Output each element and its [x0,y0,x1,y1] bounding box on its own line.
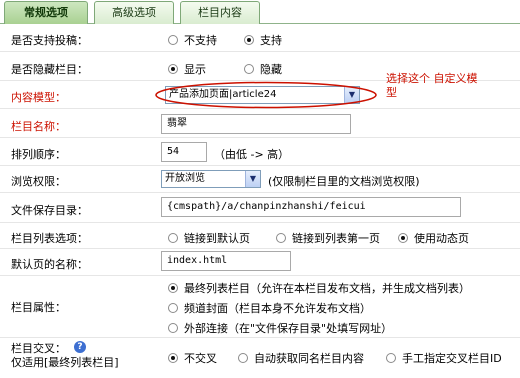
row-attribute: 栏目属性： 最终列表栏目（允许在本栏目发布文档，并生成文档列表） 频道封面（栏目… [0,276,520,338]
list-option-dynamic-option[interactable]: 使用动态页 [398,230,469,246]
order-note: （由低 -> 高） [214,148,290,161]
radio-cross-manual[interactable] [386,353,396,363]
attribute-external-link-text: 外部连接（在"文件保存目录"处填写网址） [184,322,393,335]
row-cross: 栏目交叉： 仅适用[最终列表栏目] ? 不交叉 自动获取同名栏目内容 手工指定交… [0,338,520,378]
radio-hidden-hide[interactable] [244,64,254,74]
list-option-label: 栏目列表选项： [11,232,88,245]
radio-allow-submit-yes[interactable] [244,35,254,45]
attribute-channel-cover-option[interactable]: 频道封面（栏目本身不允许发布文档） [168,300,371,316]
allow-submit-yes-option[interactable]: 支持 [244,32,282,48]
hidden-show-option[interactable]: 显示 [168,61,206,77]
help-icon[interactable]: ? [74,341,86,353]
tab-bar: 常规选项 高级选项 栏目内容 [0,0,520,24]
cross-auto-option[interactable]: 自动获取同名栏目内容 [238,350,364,366]
order-label: 排列顺序： [11,148,66,161]
save-dir-label: 文件保存目录： [11,204,88,217]
cross-none-option[interactable]: 不交叉 [168,350,217,366]
row-save-dir: 文件保存目录： {cmspath}/a/chanpinzhanshi/feicu… [0,193,520,223]
row-name: 栏目名称： 翡翠 [0,109,520,138]
radio-allow-submit-no[interactable] [168,35,178,45]
list-option-first-option[interactable]: 链接到列表第一页 [276,230,380,246]
attribute-external-link-option[interactable]: 外部连接（在"文件保存目录"处填写网址） [168,320,392,336]
row-default-page: 默认页的名称： index.html [0,249,520,276]
tab-content[interactable]: 栏目内容 [180,1,260,24]
list-option-default-text: 链接到默认页 [184,232,250,245]
row-list-option: 栏目列表选项： 链接到默认页 链接到列表第一页 使用动态页 [0,223,520,249]
hidden-show-text: 显示 [184,63,206,76]
highlight-ellipse [155,81,377,109]
annotation-line-1: 选择这个 自定义模 [386,72,478,85]
tab-general[interactable]: 常规选项 [4,1,88,24]
row-browse: 浏览权限： 开放浏览 ▼ (仅限制栏目里的文档浏览权限) [0,166,520,193]
browse-select[interactable]: 开放浏览 ▼ [161,170,261,188]
list-option-default-option[interactable]: 链接到默认页 [168,230,250,246]
row-allow-submit: 是否支持投稿： 不支持 支持 [0,27,520,52]
cross-label-line-2: 仅适用[最终列表栏目] [11,356,119,369]
radio-attribute-channel-cover[interactable] [168,303,178,313]
cross-label-line-1: 栏目交叉： [11,342,66,355]
allow-submit-yes-text: 支持 [260,34,282,47]
attribute-final-list-text: 最终列表栏目（允许在本栏目发布文档，并生成文档列表） [184,282,470,295]
radio-attribute-external-link[interactable] [168,323,178,333]
radio-list-first[interactable] [276,233,286,243]
attribute-channel-cover-text: 频道封面（栏目本身不允许发布文档） [184,302,371,315]
cross-manual-text: 手工指定交叉栏目ID [402,352,502,365]
content-model-label: 内容模型： [11,91,66,104]
cross-none-text: 不交叉 [184,352,217,365]
browse-note: (仅限制栏目里的文档浏览权限) [268,175,420,188]
list-option-dynamic-text: 使用动态页 [414,232,469,245]
attribute-label: 栏目属性： [11,301,66,314]
hidden-hide-text: 隐藏 [260,63,282,76]
name-input[interactable]: 翡翠 [161,114,351,134]
hidden-hide-option[interactable]: 隐藏 [244,61,282,77]
list-option-first-text: 链接到列表第一页 [292,232,380,245]
tab-advanced[interactable]: 高级选项 [94,1,174,24]
cross-label: 栏目交叉： 仅适用[最终列表栏目] [11,342,119,370]
annotation-line-2: 型 [386,86,397,99]
hidden-label: 是否隐藏栏目： [11,63,88,76]
radio-cross-none[interactable] [168,353,178,363]
order-input[interactable]: 54 [161,142,207,162]
default-page-label: 默认页的名称： [11,258,88,271]
radio-list-dynamic[interactable] [398,233,408,243]
radio-attribute-final-list[interactable] [168,283,178,293]
default-page-input[interactable]: index.html [161,251,291,271]
radio-hidden-show[interactable] [168,64,178,74]
radio-cross-auto[interactable] [238,353,248,363]
radio-list-default[interactable] [168,233,178,243]
cross-manual-option[interactable]: 手工指定交叉栏目ID [386,350,502,366]
cross-auto-text: 自动获取同名栏目内容 [254,352,364,365]
attribute-final-list-option[interactable]: 最终列表栏目（允许在本栏目发布文档，并生成文档列表） [168,280,470,296]
annotation-text: 选择这个 自定义模 型 [386,72,478,100]
browse-label: 浏览权限： [11,175,66,188]
row-order: 排列顺序： 54 （由低 -> 高） [0,138,520,166]
allow-submit-label: 是否支持投稿： [11,34,88,47]
browse-value: 开放浏览 [165,173,205,184]
save-dir-input[interactable]: {cmspath}/a/chanpinzhanshi/feicui [161,197,461,217]
name-label: 栏目名称： [11,120,66,133]
chevron-down-icon[interactable]: ▼ [245,171,260,187]
allow-submit-no-option[interactable]: 不支持 [168,32,217,48]
allow-submit-no-text: 不支持 [184,34,217,47]
